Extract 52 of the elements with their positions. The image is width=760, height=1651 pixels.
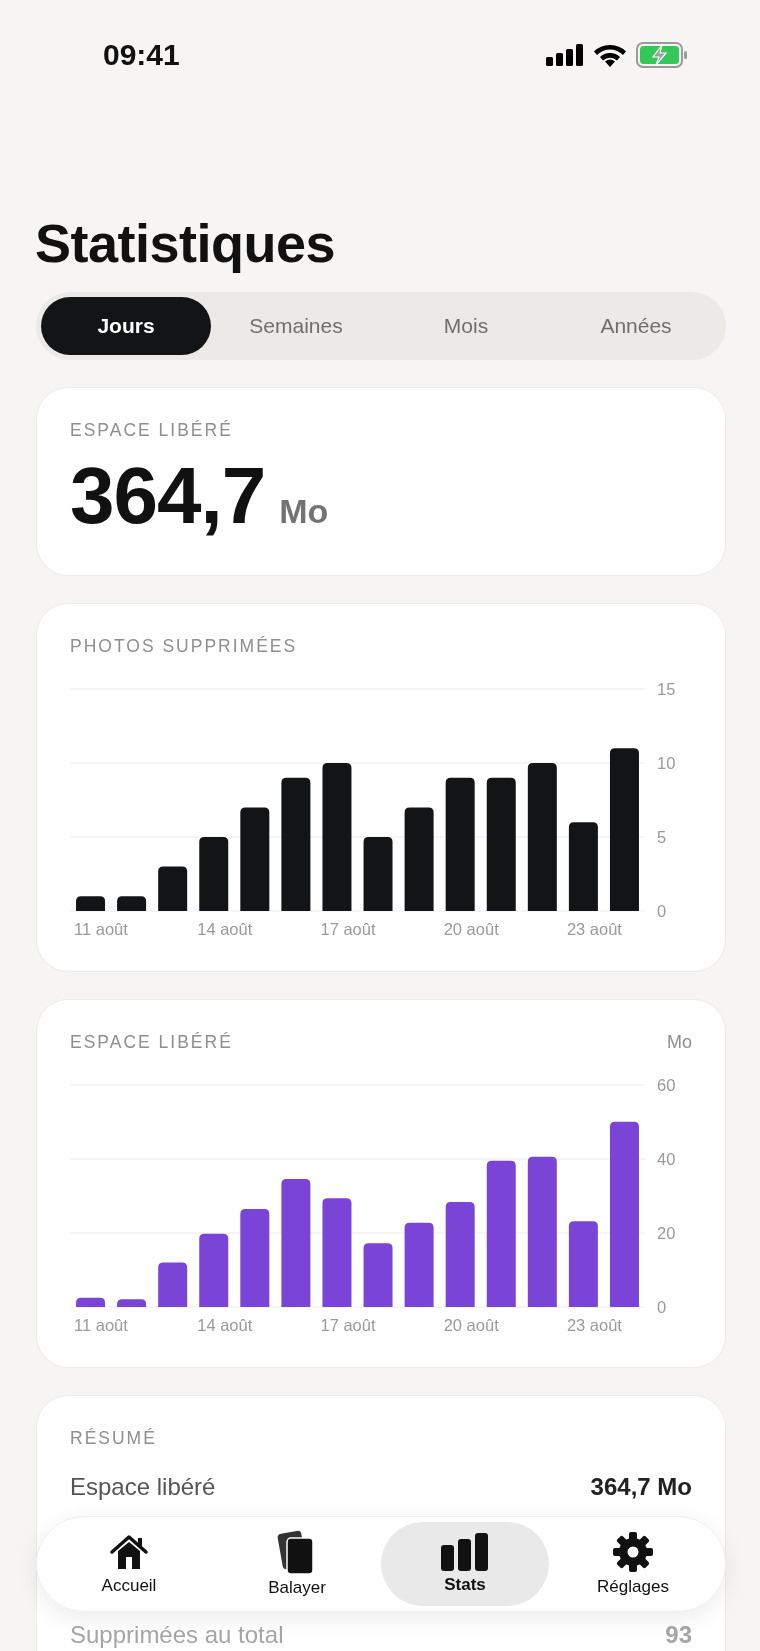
chart-bar	[158, 866, 188, 911]
period-tab[interactable]: Mois	[381, 297, 551, 355]
y-tick-label: 15	[657, 680, 676, 698]
x-tick-label: 20 août	[443, 1316, 499, 1334]
summary-label: Supprimées au total	[70, 1621, 284, 1649]
tab-item[interactable]: Accueil	[45, 1522, 213, 1606]
card-label: RÉSUMÉ	[70, 1428, 158, 1449]
summary-value: 364,7 Mo	[590, 1473, 692, 1501]
x-tick-label: 20 août	[443, 920, 499, 938]
card-label: ESPACE LIBÉRÉ	[70, 1032, 233, 1053]
axis-unit: Mo	[667, 1032, 692, 1053]
chart-bar	[117, 1299, 147, 1307]
chart-bar	[117, 896, 147, 911]
x-tick-label: 11 août	[74, 920, 128, 938]
summary-value: 93	[665, 1621, 692, 1649]
space-unit: Mo	[279, 492, 329, 531]
page-title: Statistiques	[35, 212, 337, 274]
bar-chart-icon	[441, 1533, 489, 1571]
period-tab[interactable]: Années	[551, 297, 721, 355]
chart-bar	[76, 896, 106, 911]
x-tick-label: 11 août	[74, 1316, 128, 1334]
y-tick-label: 5	[657, 828, 667, 846]
tab-item[interactable]: Réglages	[549, 1522, 717, 1606]
chart-bar	[158, 1262, 188, 1307]
period-tab[interactable]: Jours	[41, 297, 211, 355]
summary-label: Espace libéré	[70, 1473, 216, 1501]
card-label: PHOTOS SUPPRIMÉES	[70, 636, 298, 657]
x-tick-label: 14 août	[197, 1316, 253, 1334]
x-tick-label: 17 août	[320, 920, 376, 938]
x-tick-label: 23 août	[566, 1316, 622, 1334]
card-label: ESPACE LIBÉRÉ	[70, 420, 234, 441]
y-tick-label: 40	[657, 1150, 676, 1168]
y-tick-label: 20	[657, 1224, 676, 1242]
tab-item[interactable]: Stats	[381, 1522, 549, 1606]
x-tick-label: 23 août	[566, 920, 622, 938]
wifi-icon	[594, 43, 626, 67]
house-icon	[109, 1532, 149, 1572]
y-tick-label: 0	[657, 902, 667, 920]
battery-charging-icon	[636, 42, 688, 68]
x-tick-label: 14 août	[197, 920, 253, 938]
period-tab[interactable]: Semaines	[211, 297, 381, 355]
chart-bar	[363, 1243, 393, 1307]
y-tick-label: 60	[657, 1076, 676, 1094]
settings-icon	[612, 1531, 654, 1573]
x-tick-label: 17 août	[320, 1316, 376, 1334]
y-tick-label: 0	[657, 1298, 667, 1316]
tab-item[interactable]: Balayer	[213, 1522, 381, 1606]
space-value: 364,7	[70, 455, 266, 537]
signal-icon	[546, 44, 584, 66]
status-time: 09:41	[103, 38, 180, 72]
chart-bar	[76, 1297, 106, 1307]
y-tick-label: 10	[657, 754, 676, 772]
